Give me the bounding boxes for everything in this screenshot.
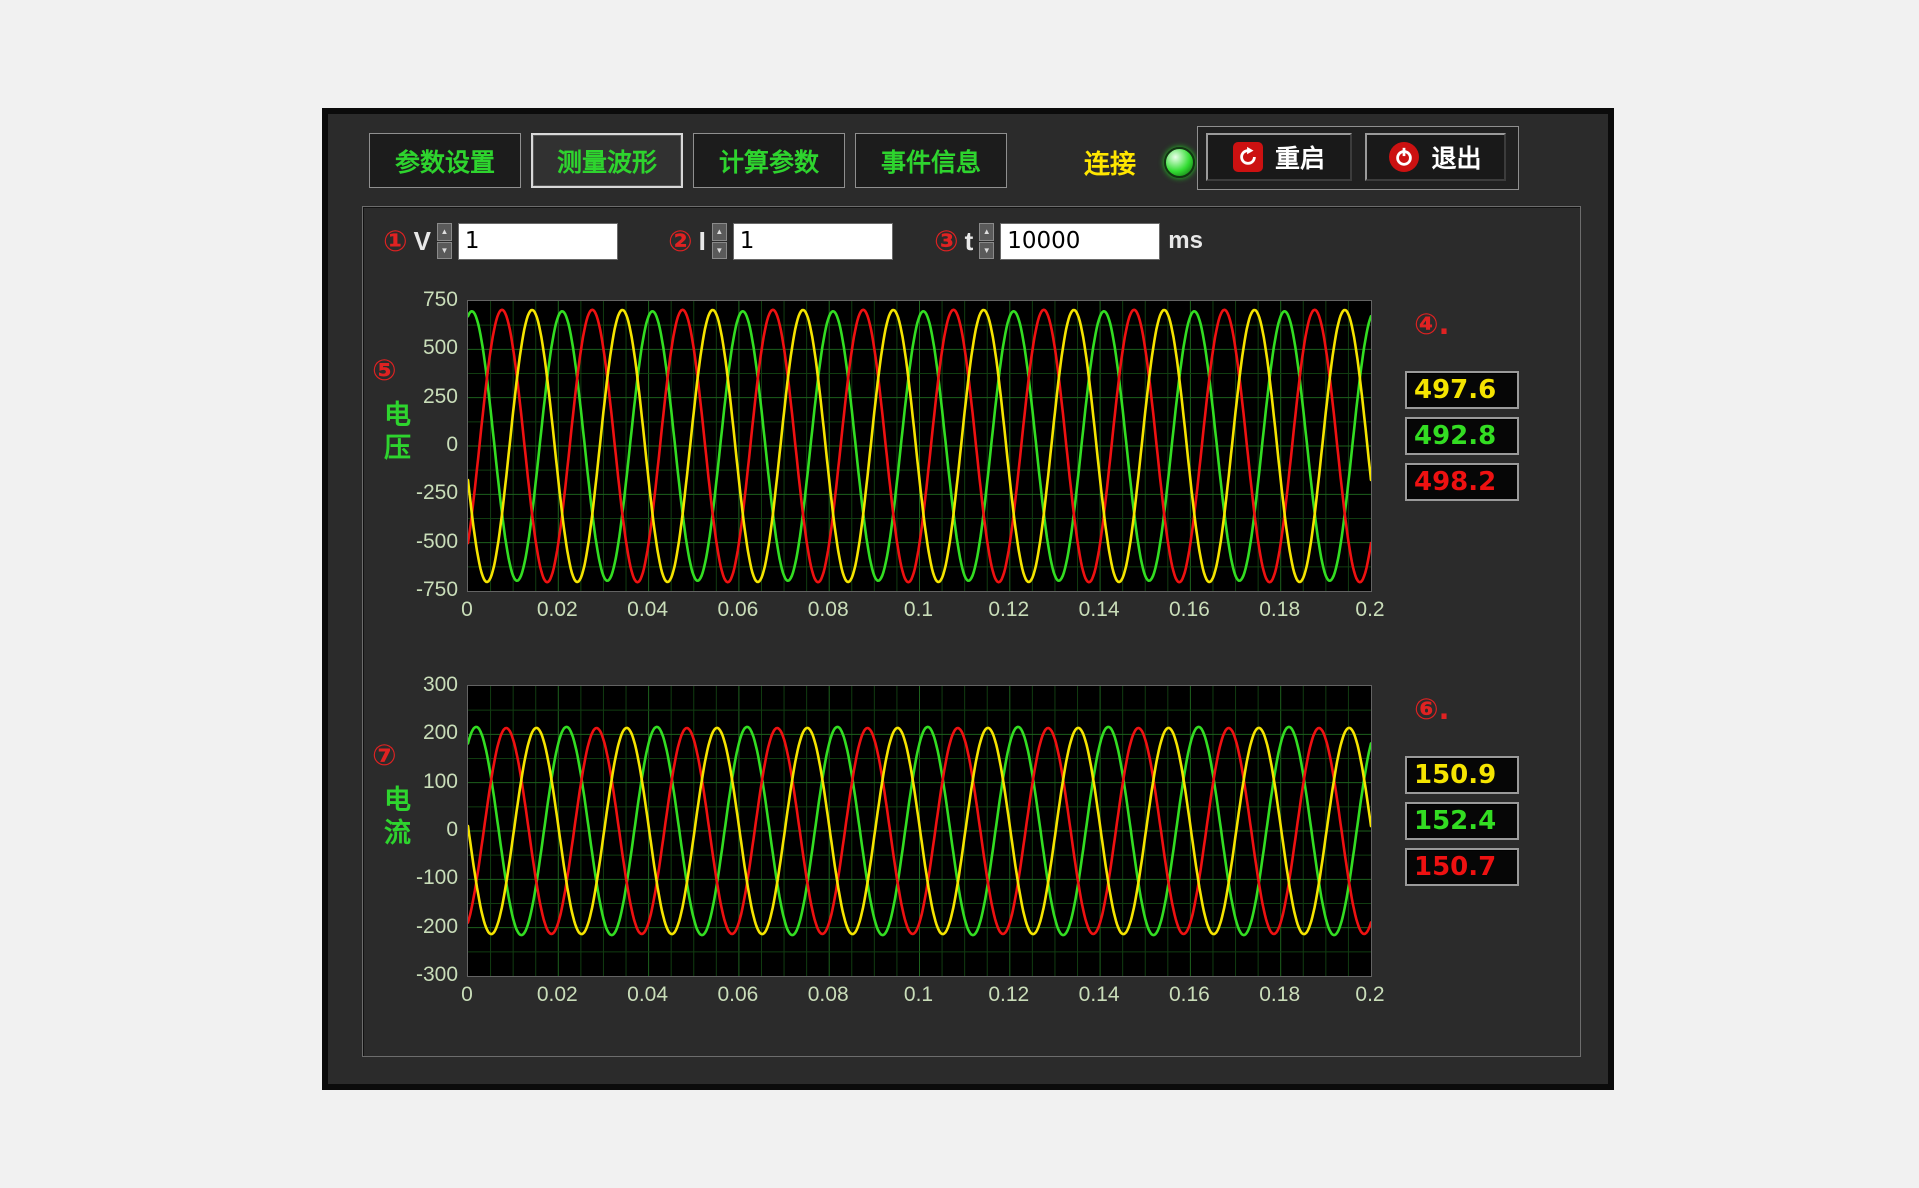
y-tick-label: 0 <box>446 433 458 457</box>
x-tick-label: 0.16 <box>1169 983 1210 1007</box>
badge-3: ③ <box>934 227 959 256</box>
y-tick-label: -100 <box>416 866 458 890</box>
restart-icon <box>1233 142 1263 172</box>
voltage-waveform-svg <box>468 301 1371 591</box>
connection-label: 连接 <box>1084 144 1136 181</box>
time-control: ③ t ▲ ▼ ms <box>934 220 1203 262</box>
x-tick-label: 0 <box>461 598 473 622</box>
voltage-readout-value: 498.2 <box>1414 469 1496 495</box>
current-waveform-svg <box>468 686 1371 976</box>
x-tick-label: 0.1 <box>904 598 933 622</box>
power-icon <box>1389 142 1419 172</box>
y-tick-label: 750 <box>423 288 458 312</box>
tab-event-information[interactable]: 事件信息 <box>855 133 1007 188</box>
x-tick-label: 0.04 <box>627 983 668 1007</box>
x-tick-label: 0.02 <box>537 983 578 1007</box>
x-tick-label: 0.02 <box>537 598 578 622</box>
current-readout-value: 150.7 <box>1414 854 1496 880</box>
current-scale-control: ② I ▲ ▼ <box>668 220 901 262</box>
exit-button-label: 退出 <box>1431 139 1481 175</box>
y-tick-label: 200 <box>423 721 458 745</box>
header-button-group: 重启 退出 <box>1197 126 1519 190</box>
x-tick-label: 0.16 <box>1169 598 1210 622</box>
t-label: t <box>965 226 974 257</box>
t-input[interactable] <box>1000 223 1160 260</box>
i-spinner[interactable]: ▲ ▼ <box>712 223 727 259</box>
x-tick-label: 0.06 <box>717 598 758 622</box>
x-tick-label: 0.18 <box>1259 983 1300 1007</box>
current-readout-phase-a: 150.9 <box>1405 756 1519 794</box>
spinner-down-icon[interactable]: ▼ <box>712 242 727 260</box>
x-tick-label: 0.2 <box>1355 983 1384 1007</box>
current-readout-phase-c: 150.7 <box>1405 848 1519 886</box>
badge-4: ④. <box>1414 310 1450 339</box>
y-tick-label: 300 <box>423 673 458 697</box>
current-readout-phase-b: 152.4 <box>1405 802 1519 840</box>
voltage-readout-value: 492.8 <box>1414 423 1496 449</box>
x-tick-label: 0.12 <box>988 598 1029 622</box>
spinner-up-icon[interactable]: ▲ <box>437 223 452 241</box>
x-tick-label: 0 <box>461 983 473 1007</box>
voltage-readout-phase-a: 497.6 <box>1405 371 1519 409</box>
tab-measurement-waveform[interactable]: 测量波形 <box>531 133 683 188</box>
voltage-readout-value: 497.6 <box>1414 377 1496 403</box>
y-tick-label: -250 <box>416 481 458 505</box>
y-tick-label: -500 <box>416 530 458 554</box>
app-window: 参数设置 测量波形 计算参数 事件信息 连接 重启 退出 ① V ▲ ▼ <box>322 108 1614 1090</box>
spinner-down-icon[interactable]: ▼ <box>979 242 994 260</box>
y-tick-label: 0 <box>446 818 458 842</box>
current-readout-value: 150.9 <box>1414 762 1496 788</box>
tab-bar: 参数设置 测量波形 计算参数 事件信息 <box>369 133 1007 188</box>
tab-calculation-parameters[interactable]: 计算参数 <box>693 133 845 188</box>
restart-button-label: 重启 <box>1275 139 1325 175</box>
x-tick-label: 0.14 <box>1079 983 1120 1007</box>
v-spinner[interactable]: ▲ ▼ <box>437 223 452 259</box>
x-tick-label: 0.14 <box>1079 598 1120 622</box>
i-input[interactable] <box>733 223 893 260</box>
badge-1: ① <box>383 227 408 256</box>
voltage-waveform-plot <box>467 300 1372 592</box>
y-tick-label: 500 <box>423 336 458 360</box>
x-tick-label: 0.18 <box>1259 598 1300 622</box>
spinner-up-icon[interactable]: ▲ <box>979 223 994 241</box>
x-tick-label: 0.08 <box>808 598 849 622</box>
restart-button[interactable]: 重启 <box>1206 133 1352 181</box>
current-readout-value: 152.4 <box>1414 808 1496 834</box>
v-label: V <box>414 226 431 257</box>
voltage-readout-phase-b: 492.8 <box>1405 417 1519 455</box>
exit-button[interactable]: 退出 <box>1365 133 1506 181</box>
voltage-chart-block: ⑤ 电压 7505002500-250-500-750 00.020.040.0… <box>362 294 1567 629</box>
t-spinner[interactable]: ▲ ▼ <box>979 223 994 259</box>
x-tick-label: 0.12 <box>988 983 1029 1007</box>
current-waveform-plot <box>467 685 1372 977</box>
y-tick-label: -750 <box>416 578 458 602</box>
x-tick-label: 0.06 <box>717 983 758 1007</box>
spinner-up-icon[interactable]: ▲ <box>712 223 727 241</box>
x-tick-label: 0.08 <box>808 983 849 1007</box>
y-tick-label: 250 <box>423 385 458 409</box>
voltage-readout-phase-c: 498.2 <box>1405 463 1519 501</box>
ms-unit-label: ms <box>1168 227 1203 255</box>
x-tick-label: 0.2 <box>1355 598 1384 622</box>
v-input[interactable] <box>458 223 618 260</box>
badge-2: ② <box>668 227 693 256</box>
voltage-x-axis-ticks: 00.020.040.060.080.10.120.140.160.180.2 <box>467 598 1370 624</box>
current-chart-block: ⑦ 电流 3002001000-100-200-300 00.020.040.0… <box>362 679 1567 1014</box>
connection-led-icon <box>1164 147 1195 178</box>
voltage-y-axis-ticks: 7505002500-250-500-750 <box>374 300 462 590</box>
i-label: I <box>699 226 706 257</box>
current-y-axis-ticks: 3002001000-100-200-300 <box>374 685 462 975</box>
y-tick-label: -200 <box>416 915 458 939</box>
x-tick-label: 0.04 <box>627 598 668 622</box>
y-tick-label: 100 <box>423 770 458 794</box>
y-tick-label: -300 <box>416 963 458 987</box>
current-x-axis-ticks: 00.020.040.060.080.10.120.140.160.180.2 <box>467 983 1370 1009</box>
tab-parameter-settings[interactable]: 参数设置 <box>369 133 521 188</box>
spinner-down-icon[interactable]: ▼ <box>437 242 452 260</box>
x-tick-label: 0.1 <box>904 983 933 1007</box>
badge-6: ⑥. <box>1414 695 1450 724</box>
voltage-scale-control: ① V ▲ ▼ <box>383 220 626 262</box>
